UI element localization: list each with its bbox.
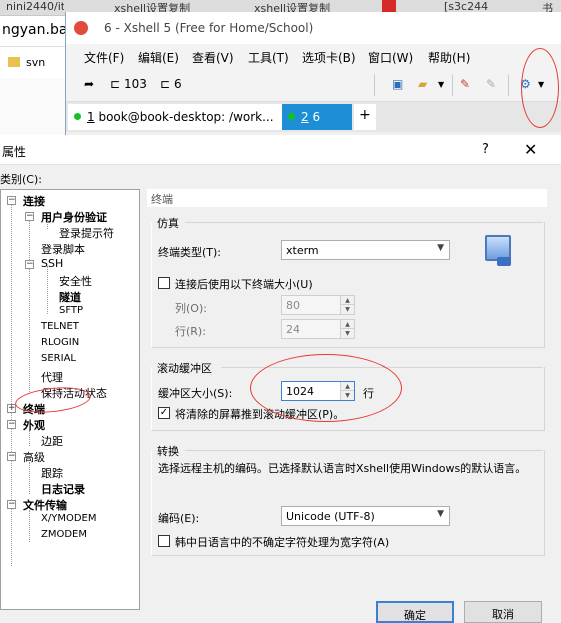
cancel-button[interactable]: 取消 [464,601,542,623]
encoding-label: 编码(E): [158,512,200,525]
tree-item-login-prompt[interactable]: 登录提示符 [59,225,114,241]
dialog-title: 属性 [2,145,27,159]
connected-status-icon [288,113,295,120]
chevron-down-icon: ▼ [437,243,444,253]
session-tab-bar: 1 book@book-desktop: /work... 2 6 + [66,102,561,132]
new-tab-button[interactable]: + [354,104,376,130]
menu-bar: 文件(F) 编辑(E) 查看(V) 工具(T) 选项卡(B) 窗口(W) 帮助(… [66,44,561,68]
tree-item-sftp[interactable]: SFTP [59,305,83,316]
category-tree[interactable]: − 连接 − 用户身份验证 登录提示符 登录脚本 − SSH 安全性 隧道 SF… [0,189,140,610]
tree-item-login-script[interactable]: 登录脚本 [41,241,85,257]
tree-item-rlogin[interactable]: RLOGIN [41,337,79,348]
cols-label: 列(O): [175,302,207,315]
toolbar-separator [452,74,453,96]
annotation-circle [13,384,93,416]
rows-stepper: 24 ▲ ▼ [281,319,355,339]
browser-url-fragment[interactable]: ngyan.bai [0,16,71,46]
tree-item-proxy[interactable]: 代理 [41,369,63,385]
tree-item-advanced[interactable]: 高级 [23,449,45,465]
category-label: 类别(C): [0,173,42,186]
use-size-checkbox[interactable] [158,277,170,289]
goto-icon[interactable]: ➦ [84,77,94,91]
tree-item-connection[interactable]: 连接 [23,193,45,209]
tree-item-file-transfer[interactable]: 文件传输 [23,497,67,513]
push-screen-checkbox[interactable]: ✓ [158,407,170,419]
cols-stepper: 80 ▲ ▼ [281,295,355,315]
collapse-toggle[interactable]: − [7,420,16,429]
tree-item-xymodem[interactable]: X/YMODEM [41,513,96,524]
menu-file[interactable]: 文件(F) [84,49,124,66]
tree-item-logging[interactable]: 日志记录 [41,481,85,497]
connected-status-icon [74,113,81,120]
menu-help[interactable]: 帮助(H) [428,49,470,66]
xshell-window: 6 - Xshell 5 (Free for Home/School) 文件(F… [65,12,561,135]
toolbar-separator [508,74,509,96]
toolbar-count-2[interactable]: 6 [174,77,182,91]
settings-panel: 终端 仿真 终端类型(T): xterm ▼ 连接后使用以下终端大小(U) 列(… [145,189,549,610]
annotation-circle [521,48,559,128]
tree-item-trace[interactable]: 跟踪 [41,465,63,481]
help-button[interactable]: ? [482,142,489,157]
browser-tab[interactable]: nini2440/it [2,0,64,16]
menu-edit[interactable]: 编辑(E) [138,49,179,66]
encoding-select[interactable]: Unicode (UTF-8) ▼ [281,506,450,526]
tree-item-serial[interactable]: SERIAL [41,353,76,364]
browser-content [0,78,70,138]
xshell-logo-icon [74,21,88,35]
browser-bookmarks-bar: svn [0,46,70,78]
tree-item-ssh[interactable]: SSH [41,257,63,270]
terminal-keyboard-icon [497,257,511,266]
terminal-type-select[interactable]: xterm ▼ [281,240,450,260]
tree-item-margins[interactable]: 边距 [41,433,63,449]
cjk-wide-checkbox[interactable] [158,535,170,547]
tree-item-auth[interactable]: 用户身份验证 [41,209,107,225]
use-size-label: 连接后使用以下终端大小(U) [175,278,313,291]
cjk-wide-label: 韩中日语言中的不确定字符处理为宽字符(A) [175,536,390,549]
toolbar-count-1[interactable]: 103 [124,77,147,91]
menu-view[interactable]: 查看(V) [192,49,234,66]
menu-tabs[interactable]: 选项卡(B) [302,49,356,66]
dialog-titlebar: 属性 ? ✕ [0,135,561,165]
new-session-icon[interactable]: ▣ [392,77,403,91]
session-tab-2[interactable]: 2 6 [282,104,352,130]
collapse-toggle[interactable]: − [7,500,16,509]
session-tab-1[interactable]: 1 book@book-desktop: /work... [68,104,282,130]
disconnect-icon[interactable]: ✎ [486,77,496,91]
collapse-toggle[interactable]: − [7,452,16,461]
menu-tools[interactable]: 工具(T) [248,49,289,66]
connect-icon[interactable]: ✎ [460,77,470,91]
collapse-toggle[interactable]: − [25,260,34,269]
translation-description: 选择远程主机的编码。已选择默认语言时Xshell使用Windows的默认语言。 [158,462,527,475]
menu-window[interactable]: 窗口(W) [368,49,413,66]
xshell-titlebar: 6 - Xshell 5 (Free for Home/School) [66,12,561,44]
chevron-down-icon: ▼ [437,509,444,519]
folder-icon [8,57,20,67]
terminal-type-label: 终端类型(T): [158,246,222,259]
tree-item-security[interactable]: 安全性 [59,273,92,289]
open-folder-icon[interactable]: ▰ [418,77,427,91]
collapse-toggle[interactable]: − [25,212,34,221]
rows-label: 行(R): [175,325,206,338]
panel-header: 终端 [147,189,547,207]
annotation-circle [250,354,402,422]
tree-item-telnet[interactable]: TELNET [41,321,79,332]
bookmark-svn[interactable]: svn [26,56,45,69]
properties-dialog: 属性 ? ✕ 类别(C): − 连接 − 用户身份验证 登录提示符 登录脚本 −… [0,135,561,623]
bookmark-icon[interactable]: ⊏ [160,77,170,91]
toolbar: ➦ ⊏ 103 ⊏ 6 ▣ ▰ ▼ ✎ ✎ ⚙ ▼ [66,68,561,102]
window-title: 6 - Xshell 5 (Free for Home/School) [104,21,314,35]
bookmark-icon[interactable]: ⊏ [110,77,120,91]
chevron-down-icon[interactable]: ▼ [438,80,444,89]
tree-item-tunneling[interactable]: 隧道 [59,289,81,305]
tree-item-zmodem[interactable]: ZMODEM [41,529,87,540]
ok-button[interactable]: 确定 [376,601,454,623]
close-button[interactable]: ✕ [524,140,537,159]
tree-item-appearance[interactable]: 外观 [23,417,45,433]
buffer-size-label: 缓冲区大小(S): [158,387,233,400]
collapse-toggle[interactable]: − [7,196,16,205]
toolbar-separator [374,74,375,96]
